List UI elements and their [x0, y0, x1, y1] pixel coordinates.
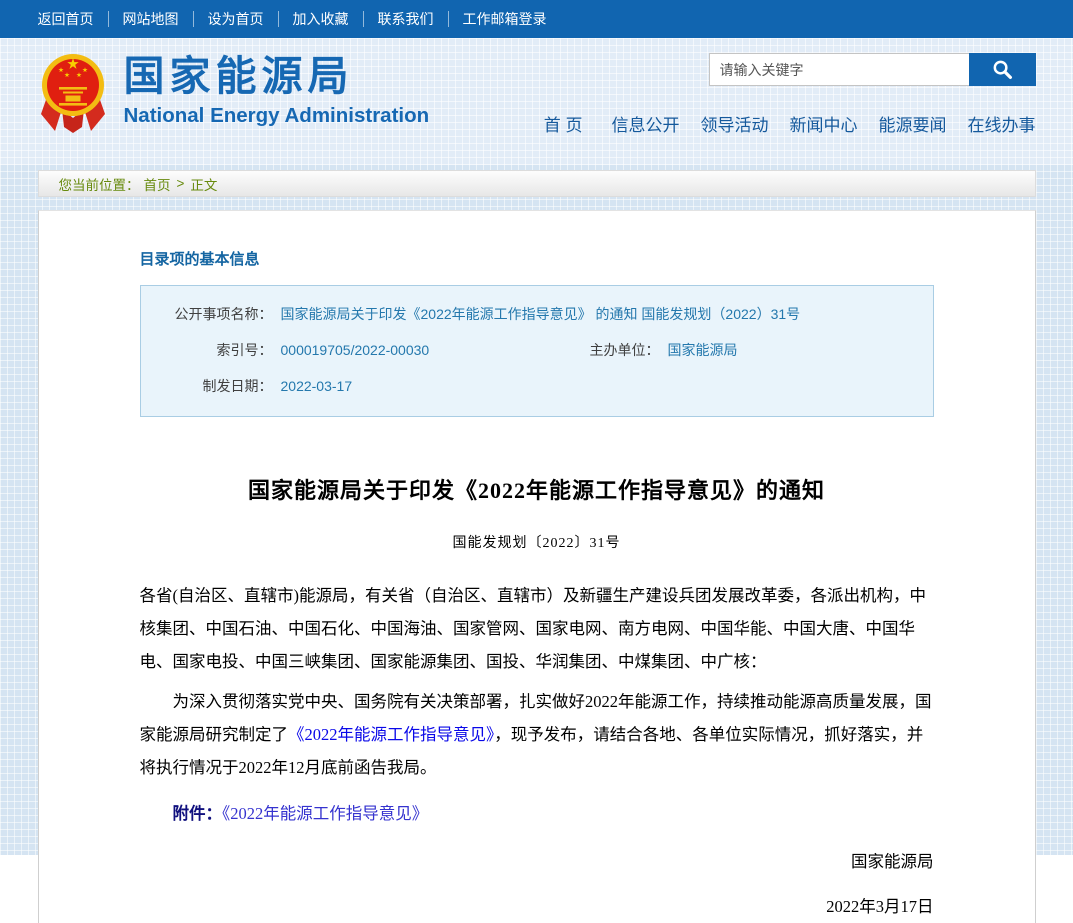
- topbar: 返回首页 网站地图 设为首页 加入收藏 联系我们 工作邮箱登录: [0, 0, 1073, 38]
- attachment-line: 附件：《2022年能源工作指导意见》: [140, 797, 934, 830]
- search-button[interactable]: [969, 53, 1036, 86]
- breadcrumb-current: 正文: [190, 174, 217, 194]
- meta-index-value: 000019705/2022-00030: [281, 332, 430, 368]
- document-meta-box: 公开事项名称： 国家能源局关于印发《2022年能源工作指导意见》 的通知 国能发…: [140, 285, 934, 417]
- breadcrumb: 您当前位置： 首页 > 正文: [38, 170, 1036, 197]
- meta-row-index-org: 索引号： 000019705/2022-00030 主办单位： 国家能源局: [161, 332, 913, 368]
- signature-org: 国家能源局: [140, 845, 934, 878]
- national-emblem-logo[interactable]: [38, 49, 124, 144]
- topbar-link-mail-login[interactable]: 工作邮箱登录: [449, 11, 561, 27]
- section-title: 目录项的基本信息: [140, 211, 934, 269]
- breadcrumb-home-link[interactable]: 首页: [144, 174, 171, 194]
- topbar-link-sitemap[interactable]: 网站地图: [109, 11, 194, 27]
- article-paragraph-main: 为深入贯彻落实党中央、国务院有关决策部署，扎实做好2022年能源工作，持续推动能…: [140, 685, 934, 784]
- meta-date-label: 制发日期：: [161, 368, 273, 404]
- article-doc-number: 国能发规划〔2022〕31号: [140, 532, 934, 552]
- nav-leadership[interactable]: 领导活动: [701, 111, 769, 136]
- breadcrumb-label: 您当前位置：: [59, 174, 140, 194]
- meta-row-name: 公开事项名称： 国家能源局关于印发《2022年能源工作指导意见》 的通知 国能发…: [161, 296, 913, 332]
- article: 国家能源局关于印发《2022年能源工作指导意见》的通知 国能发规划〔2022〕3…: [140, 473, 934, 923]
- nav-news-center[interactable]: 新闻中心: [790, 111, 858, 136]
- main-panel: 目录项的基本信息 公开事项名称： 国家能源局关于印发《2022年能源工作指导意见…: [38, 210, 1036, 923]
- site-header: 国家能源局 National Energy Administration 首 页…: [0, 38, 1073, 165]
- nav-online-services[interactable]: 在线办事: [968, 111, 1036, 136]
- guidance-document-link[interactable]: 《2022年能源工作指导意见》: [288, 725, 494, 744]
- meta-name-value: 国家能源局关于印发《2022年能源工作指导意见》 的通知 国能发规划（2022）…: [281, 296, 801, 332]
- site-title-block[interactable]: 国家能源局 National Energy Administration: [124, 49, 430, 144]
- meta-row-date: 制发日期： 2022-03-17: [161, 368, 913, 404]
- meta-index-label: 索引号：: [161, 332, 273, 368]
- main-nav: 首 页 信息公开 领导活动 新闻中心 能源要闻 在线办事: [544, 111, 1036, 136]
- meta-date-value: 2022-03-17: [281, 368, 353, 404]
- attachment-label: 附件：: [173, 804, 223, 823]
- nav-home[interactable]: 首 页: [544, 111, 583, 136]
- meta-org-label: 主办单位：: [576, 332, 660, 368]
- site-title: 国家能源局: [124, 53, 430, 99]
- search-icon: [991, 58, 1014, 81]
- article-title: 国家能源局关于印发《2022年能源工作指导意见》的通知: [140, 473, 934, 505]
- article-paragraph-recipients: 各省(自治区、直辖市)能源局，有关省（自治区、直辖市）及新疆生产建设兵团发展改革…: [140, 579, 934, 678]
- national-emblem-icon: [38, 49, 108, 139]
- attachment-link[interactable]: 《2022年能源工作指导意见》: [222, 804, 428, 823]
- topbar-link-set-homepage[interactable]: 设为首页: [194, 11, 279, 27]
- meta-org-value: 国家能源局: [668, 332, 738, 368]
- search-input[interactable]: [709, 53, 969, 86]
- search-bar: [709, 53, 1036, 86]
- site-title-english: National Energy Administration: [124, 103, 430, 129]
- article-body: 各省(自治区、直辖市)能源局，有关省（自治区、直辖市）及新疆生产建设兵团发展改革…: [140, 579, 934, 784]
- topbar-link-contact[interactable]: 联系我们: [364, 11, 449, 27]
- meta-name-label: 公开事项名称：: [161, 296, 273, 332]
- signature-date: 2022年3月17日: [140, 890, 934, 923]
- nav-energy-news[interactable]: 能源要闻: [879, 111, 947, 136]
- breadcrumb-separator: >: [177, 176, 185, 191]
- topbar-link-home[interactable]: 返回首页: [38, 11, 109, 27]
- nav-info-disclosure[interactable]: 信息公开: [612, 111, 680, 136]
- topbar-link-favorites[interactable]: 加入收藏: [279, 11, 364, 27]
